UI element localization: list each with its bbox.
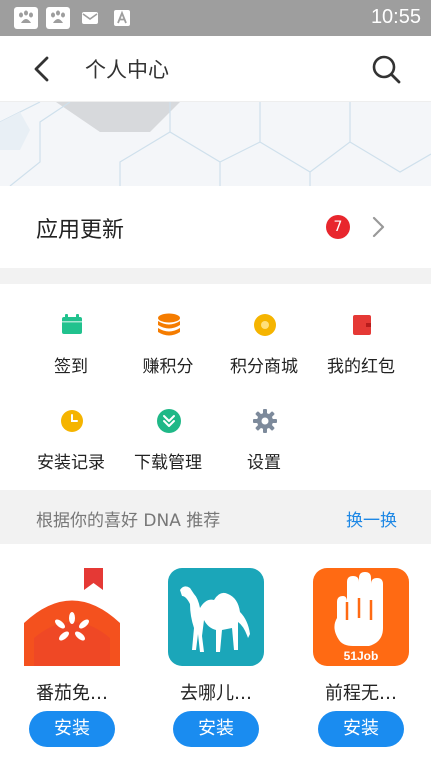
qunar-camel-app-icon [168, 568, 264, 666]
recommend-header: 根据你的喜好 DNA 推荐 换一换 [0, 490, 431, 544]
status-bar: 10:55 [0, 0, 431, 36]
app-card[interactable]: 番茄免… 安装 [17, 568, 127, 753]
app-header: 个人中心 [0, 36, 431, 102]
chevron-right-icon [368, 214, 390, 240]
back-button[interactable] [26, 53, 58, 85]
menu-item-install-history[interactable]: 安装记录 [21, 408, 121, 488]
menu-item-label: 签到 [54, 357, 88, 377]
menu-item-download-manager[interactable]: 下载管理 [118, 408, 218, 488]
menu-item-label: 设置 [247, 453, 281, 473]
coins-icon [158, 313, 180, 336]
menu-grid: 签到 赚积分 积分商城 我的红包 安装记录 下载管理 设置 [0, 284, 431, 490]
app-update-label: 应用更新 [36, 218, 125, 243]
menu-item-label: 下载管理 [134, 453, 202, 473]
app-update-row[interactable]: 应用更新 [0, 186, 431, 268]
menu-item-points-mall[interactable]: 积分商城 [214, 312, 314, 392]
status-icons [14, 7, 134, 29]
menu-item-red-envelope[interactable]: 我的红包 [311, 312, 411, 392]
menu-item-label: 积分商城 [230, 357, 298, 377]
back-arrow-icon [34, 56, 49, 82]
install-button[interactable]: 安装 [173, 711, 259, 747]
install-button[interactable]: 安装 [318, 711, 404, 747]
search-icon [372, 55, 401, 84]
app-name: 番茄免… [36, 683, 108, 704]
menu-item-label: 赚积分 [142, 357, 194, 377]
clock-icon [61, 410, 83, 432]
calendar-icon [62, 314, 82, 334]
recommend-title: 根据你的喜好 DNA 推荐 [36, 511, 221, 531]
app-name: 去哪儿… [180, 683, 252, 704]
menu-item-checkin[interactable]: 签到 [21, 312, 121, 392]
menu-item-label: 我的红包 [327, 357, 395, 377]
status-time: 10:55 [370, 6, 421, 28]
app-card[interactable]: 51Job 前程无… 安装 [306, 568, 416, 753]
51job-logo-text: 51Job [344, 649, 379, 663]
menu-item-label: 安装记录 [37, 453, 105, 473]
app-name: 前程无… [325, 683, 397, 704]
gear-icon [253, 409, 277, 433]
recommended-apps: 番茄免… 安装 去哪儿… 安装 51Job 前程无… 安装 [0, 544, 431, 771]
app-card[interactable]: 去哪儿… 安装 [161, 568, 271, 753]
refresh-recommend-button[interactable]: 换一换 [346, 506, 397, 531]
baidu-icon [14, 7, 38, 29]
page-title: 个人中心 [85, 58, 169, 82]
profile-banner [0, 102, 431, 186]
red-envelope-icon [353, 315, 371, 335]
download-icon [157, 409, 181, 433]
coin-icon [254, 314, 276, 336]
section-divider [0, 268, 431, 284]
hex-pattern-decoration [0, 102, 431, 186]
install-button[interactable]: 安装 [29, 711, 115, 747]
menu-item-earn-points[interactable]: 赚积分 [118, 312, 218, 392]
mail-icon [78, 7, 102, 29]
update-count-badge: 7 [326, 215, 350, 239]
baidu-icon [46, 7, 70, 29]
menu-item-settings[interactable]: 设置 [214, 408, 314, 488]
search-button[interactable] [369, 52, 403, 86]
font-a-icon [110, 7, 134, 29]
tomato-novel-app-icon [24, 568, 120, 666]
51job-app-icon: 51Job [313, 568, 409, 666]
